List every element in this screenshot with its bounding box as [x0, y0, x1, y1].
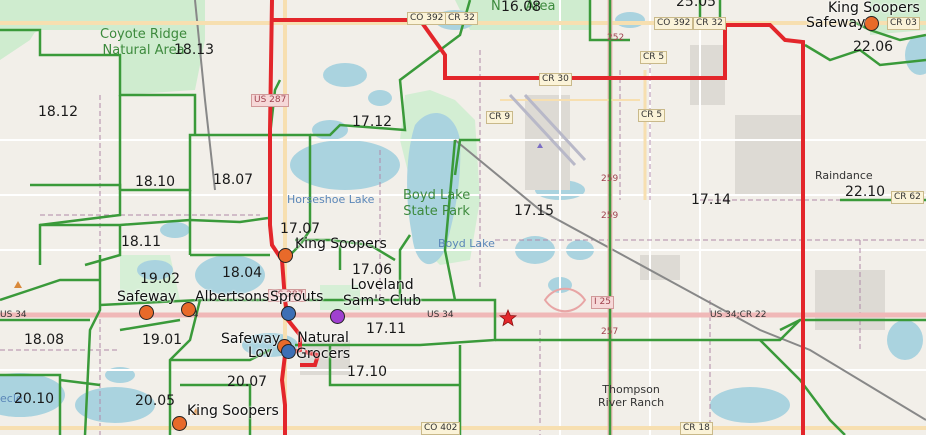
- tract-label: 20.10: [14, 391, 55, 407]
- road-cr5-b: CR 5: [638, 109, 666, 122]
- road-cr32-b: CR 32: [693, 17, 726, 30]
- road-cr62: CR 62: [891, 191, 924, 204]
- tract-label: 19.01: [142, 332, 183, 348]
- road-cr18: CR 18: [680, 422, 713, 435]
- tract-label: 22.06: [853, 39, 894, 55]
- store-label-natural-grocers: Natural Grocers: [296, 330, 351, 362]
- tract-label: 18.04: [222, 265, 263, 281]
- boyd-lake-park-label: Boyd Lake State Park: [403, 188, 471, 219]
- store-label-king-soopers-s: King Soopers: [187, 403, 279, 419]
- store-label-safeway-ne: Safeway: [806, 15, 866, 31]
- road-257: 257: [601, 327, 619, 337]
- road-cr5-a: CR 5: [640, 51, 668, 64]
- road-us34-cr22: US 34;CR 22: [710, 310, 767, 320]
- tract-label: 18.12: [38, 104, 79, 120]
- horseshoe-lake-water: [290, 140, 400, 190]
- store-label-safeway-w: Safeway: [117, 289, 177, 305]
- road-co392-b: CO 392: [654, 17, 694, 30]
- tract-label: 18.10: [135, 174, 176, 190]
- store-marker-king-soopers-ne[interactable]: [864, 16, 879, 31]
- tract-label: 25.05: [676, 0, 717, 10]
- road-252: 252: [607, 33, 625, 43]
- store-marker-king-soopers-s[interactable]: [172, 416, 187, 431]
- raindance-label: Raindance: [815, 169, 873, 182]
- road-i25: I 25: [591, 296, 614, 309]
- store-marker-safeway-w[interactable]: [139, 305, 154, 320]
- store-marker-albertsons[interactable]: [181, 302, 196, 317]
- road-us287-a: US 287: [251, 94, 290, 107]
- road-259-a: 259: [601, 174, 619, 184]
- tract-label: 17.07: [280, 221, 321, 237]
- store-label-sprouts: Sprouts: [270, 289, 324, 305]
- store-marker-sams-club[interactable]: [330, 309, 345, 324]
- road-us34-b: US 34: [427, 310, 454, 320]
- peak-icon: [14, 281, 22, 288]
- tract-label: 20.05: [135, 393, 176, 409]
- tract-label: 17.14: [691, 192, 732, 208]
- store-label-sams-club: Loveland Sam's Club: [343, 277, 422, 309]
- road-us34-a: US 34: [0, 310, 27, 320]
- road-259-b: 259: [601, 211, 619, 221]
- tract-label: 18.13: [174, 42, 215, 58]
- tract-label: 19.02: [140, 271, 181, 287]
- tract-label: 17.10: [347, 364, 388, 380]
- tract-label: 17.06: [352, 262, 393, 278]
- store-label-king-soopers-ne: King Soopers: [828, 0, 920, 16]
- tract-label: 17.11: [366, 321, 407, 337]
- store-marker-sprouts[interactable]: [281, 306, 296, 321]
- road-cr32-a: CR 32: [445, 12, 478, 25]
- tract-label: 18.07: [213, 172, 254, 188]
- road-cr30: CR 30: [539, 73, 572, 86]
- tract-label: 17.15: [514, 203, 555, 219]
- tract-label: 18.11: [121, 234, 162, 250]
- store-marker-natural-grocers[interactable]: [281, 344, 296, 359]
- road-cr9: CR 9: [486, 111, 514, 124]
- tract-label: 17.12: [352, 114, 393, 130]
- store-label-albertsons: Albertsons: [195, 289, 270, 305]
- horseshoe-lake-label: Horseshoe Lake: [287, 193, 375, 206]
- map-canvas[interactable]: Coyote Ridge Natural Area Boyd Lake Stat…: [0, 0, 926, 435]
- store-label-loveland: Lov: [248, 345, 273, 361]
- road-cr03: CR 03: [887, 17, 920, 30]
- road-co402: CO 402: [421, 422, 461, 435]
- tract-label: 16.08: [501, 0, 542, 15]
- star-shape: [499, 309, 517, 327]
- boyd-lake-label: Boyd Lake: [438, 237, 495, 250]
- star-marker-icon[interactable]: [499, 309, 517, 327]
- store-marker-king-soopers-c[interactable]: [278, 248, 293, 263]
- tract-label: 20.07: [227, 374, 268, 390]
- tract-label: 18.08: [24, 332, 65, 348]
- store-label-king-soopers-c: King Soopers: [295, 236, 387, 252]
- road-co392-a: CO 392: [407, 12, 447, 25]
- thompson-river-ranch-label: Thompson River Ranch: [598, 383, 665, 409]
- tract-label: 22.10: [845, 184, 886, 200]
